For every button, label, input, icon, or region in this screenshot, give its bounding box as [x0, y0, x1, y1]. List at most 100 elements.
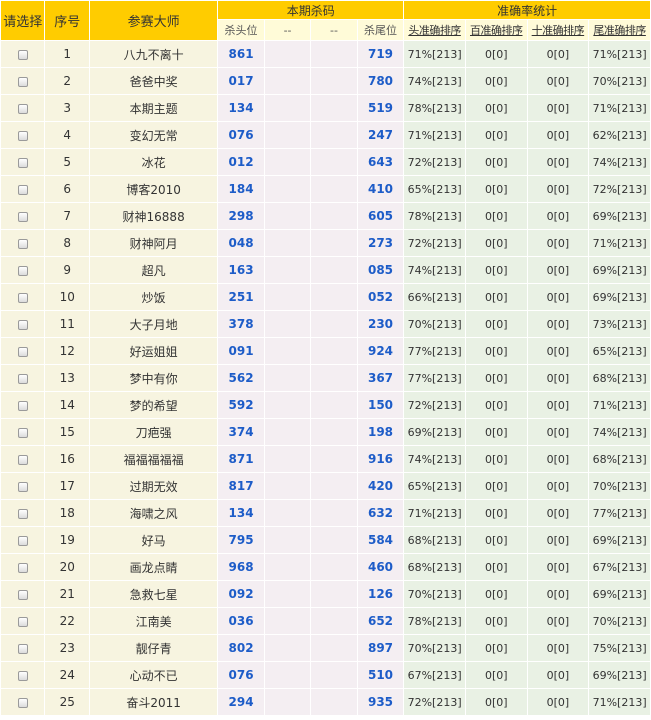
kill-tail-digits: 632 — [357, 500, 404, 526]
blank-cell — [264, 608, 311, 634]
table-row: 20 画龙点睛 968 460 68%[213] 0[0] 0[0] 67%[213] — [1, 554, 650, 580]
head-accuracy: 78%[213] — [404, 95, 465, 121]
row-select-checkbox[interactable] — [17, 508, 28, 519]
blank-cell — [311, 608, 357, 634]
select-checkbox-cell — [1, 662, 45, 688]
kill-head-digits: 163 — [218, 257, 264, 283]
row-select-checkbox[interactable] — [17, 157, 28, 168]
sort-tail-accuracy-link[interactable]: 尾准确排序 — [589, 20, 650, 40]
sort-hundred-accuracy-link[interactable]: 百准确排序 — [465, 20, 527, 40]
row-select-checkbox[interactable] — [17, 211, 28, 222]
head-accuracy: 65%[213] — [404, 473, 465, 499]
master-name: 八九不离十 — [89, 41, 218, 67]
kill-tail-digits: 935 — [357, 689, 404, 715]
blank-cell — [311, 41, 357, 67]
row-select-checkbox[interactable] — [17, 373, 28, 384]
select-checkbox-cell — [1, 203, 45, 229]
blank-cell — [311, 68, 357, 94]
kill-tail-digits: 150 — [357, 392, 404, 418]
ten-accuracy: 0[0] — [527, 68, 589, 94]
row-select-checkbox[interactable] — [17, 643, 28, 654]
hundred-accuracy: 0[0] — [465, 203, 527, 229]
master-name: 冰花 — [89, 149, 218, 175]
ten-accuracy: 0[0] — [527, 149, 589, 175]
blank-cell — [311, 662, 357, 688]
tail-accuracy: 67%[213] — [589, 554, 650, 580]
table-row: 8 财神阿月 048 273 72%[213] 0[0] 0[0] 71%[213] — [1, 230, 650, 256]
kill-tail-digits: 273 — [357, 230, 404, 256]
kill-tail-digits: 510 — [357, 662, 404, 688]
sort-ten-accuracy-link[interactable]: 十准确排序 — [527, 20, 589, 40]
row-select-checkbox[interactable] — [17, 481, 28, 492]
row-select-checkbox[interactable] — [17, 265, 28, 276]
row-select-checkbox[interactable] — [17, 400, 28, 411]
hundred-accuracy: 0[0] — [465, 446, 527, 472]
blank-cell — [311, 419, 357, 445]
row-index: 18 — [45, 500, 89, 526]
row-select-checkbox[interactable] — [17, 562, 28, 573]
hundred-accuracy: 0[0] — [465, 95, 527, 121]
table-row: 21 急救七星 092 126 70%[213] 0[0] 0[0] 69%[213] — [1, 581, 650, 607]
blank-cell — [311, 257, 357, 283]
blank-cell — [311, 149, 357, 175]
table-row: 2 爸爸中奖 017 780 74%[213] 0[0] 0[0] 70%[213] — [1, 68, 650, 94]
row-select-checkbox[interactable] — [17, 319, 28, 330]
master-name: 财神16888 — [89, 203, 218, 229]
tail-accuracy: 74%[213] — [589, 419, 650, 445]
head-accuracy: 65%[213] — [404, 176, 465, 202]
row-select-checkbox[interactable] — [17, 292, 28, 303]
row-select-checkbox[interactable] — [17, 238, 28, 249]
blank-cell — [311, 122, 357, 148]
table-row: 17 过期无效 817 420 65%[213] 0[0] 0[0] 70%[213] — [1, 473, 650, 499]
ten-accuracy: 0[0] — [527, 365, 589, 391]
ten-accuracy: 0[0] — [527, 311, 589, 337]
master-name: 变幻无常 — [89, 122, 218, 148]
row-select-checkbox[interactable] — [17, 616, 28, 627]
select-checkbox-cell — [1, 473, 45, 499]
master-name: 靓仔青 — [89, 635, 218, 661]
ten-accuracy: 0[0] — [527, 284, 589, 310]
row-index: 10 — [45, 284, 89, 310]
ten-accuracy: 0[0] — [527, 95, 589, 121]
row-index: 14 — [45, 392, 89, 418]
row-select-checkbox[interactable] — [17, 670, 28, 681]
blank-cell — [264, 635, 311, 661]
sort-head-accuracy-link[interactable]: 头准确排序 — [404, 20, 465, 40]
blank-cell — [264, 338, 311, 364]
select-checkbox-cell — [1, 230, 45, 256]
kill-head-digits: 871 — [218, 446, 264, 472]
head-accuracy: 72%[213] — [404, 230, 465, 256]
ten-accuracy: 0[0] — [527, 176, 589, 202]
ten-accuracy: 0[0] — [527, 203, 589, 229]
kill-tail-digits: 652 — [357, 608, 404, 634]
row-select-checkbox[interactable] — [17, 184, 28, 195]
master-name: 过期无效 — [89, 473, 218, 499]
master-name: 财神阿月 — [89, 230, 218, 256]
master-name: 超凡 — [89, 257, 218, 283]
kill-head-digits: 134 — [218, 500, 264, 526]
kill-tail-digits: 085 — [357, 257, 404, 283]
select-checkbox-cell — [1, 500, 45, 526]
hundred-accuracy: 0[0] — [465, 122, 527, 148]
master-name: 心动不已 — [89, 662, 218, 688]
tail-accuracy: 68%[213] — [589, 365, 650, 391]
row-select-checkbox[interactable] — [17, 103, 28, 114]
select-checkbox-cell — [1, 257, 45, 283]
kill-head-digits: 251 — [218, 284, 264, 310]
row-select-checkbox[interactable] — [17, 454, 28, 465]
blank-cell — [311, 392, 357, 418]
row-select-checkbox[interactable] — [17, 697, 28, 708]
blank-cell — [264, 203, 311, 229]
row-select-checkbox[interactable] — [17, 535, 28, 546]
header-kill-tail: 杀尾位 — [357, 20, 404, 40]
row-select-checkbox[interactable] — [17, 130, 28, 141]
row-select-checkbox[interactable] — [17, 589, 28, 600]
row-select-checkbox[interactable] — [17, 49, 28, 60]
ten-accuracy: 0[0] — [527, 500, 589, 526]
row-select-checkbox[interactable] — [17, 346, 28, 357]
blank-cell — [311, 230, 357, 256]
row-select-checkbox[interactable] — [17, 76, 28, 87]
kill-tail-digits: 410 — [357, 176, 404, 202]
row-select-checkbox[interactable] — [17, 427, 28, 438]
hundred-accuracy: 0[0] — [465, 608, 527, 634]
